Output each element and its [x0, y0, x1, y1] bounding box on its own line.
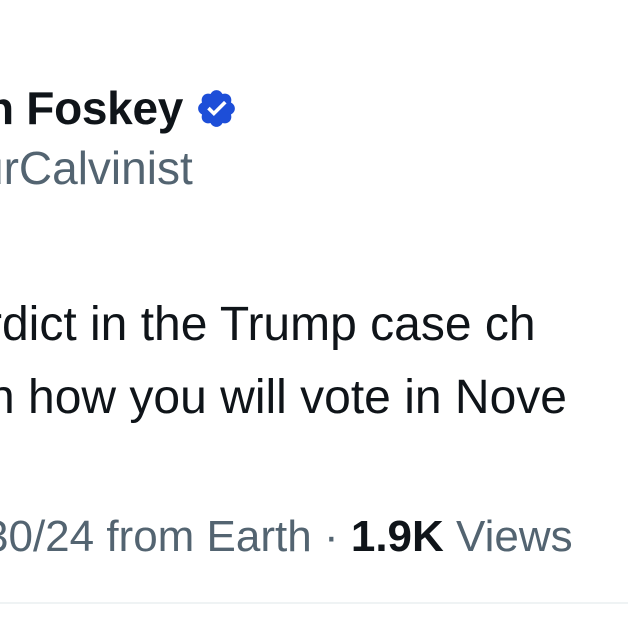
verified-badge-icon[interactable] [195, 87, 238, 130]
tweet-text-line: n how you will vote in Nove [0, 371, 567, 424]
author-handle[interactable]: urCalvinist [0, 141, 193, 195]
divider [0, 602, 628, 604]
timestamp[interactable]: 30/24 from Earth [0, 512, 312, 561]
tweet-meta: 30/24 from Earth · 1.9K Views [0, 512, 573, 562]
views-label: Views [456, 512, 573, 561]
meta-separator: · [323, 512, 339, 561]
tweet-text-line: rdict in the Trump case ch [0, 298, 536, 351]
views-count: 1.9K [350, 512, 444, 561]
author-row[interactable]: h Foskey [0, 78, 238, 138]
tweet: h Foskey urCalvinist rdict in the Trump … [0, 0, 628, 628]
author-display-name[interactable]: h Foskey [0, 81, 183, 135]
